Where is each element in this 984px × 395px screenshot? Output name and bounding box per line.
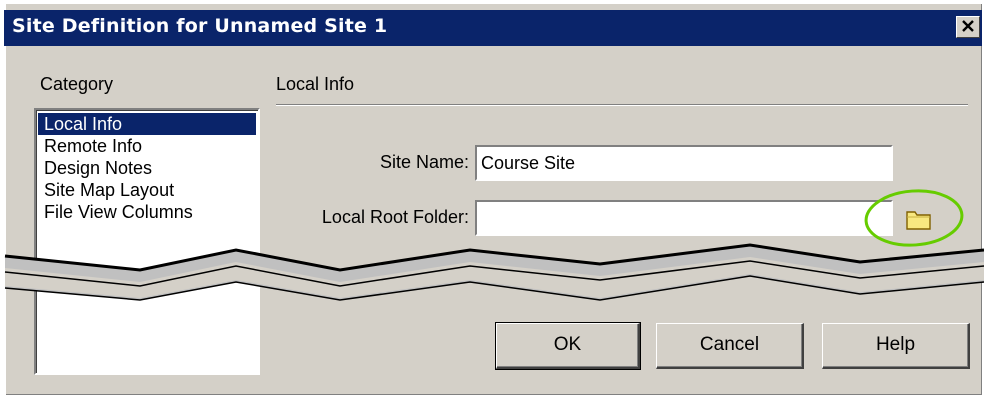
local-root-folder-label: Local Root Folder: <box>321 207 469 227</box>
help-button[interactable]: Help <box>822 323 970 369</box>
section-title: Local Info <box>276 74 355 94</box>
section-divider <box>276 104 968 106</box>
highlight-circle <box>864 189 964 247</box>
category-item-design-notes[interactable]: Design Notes <box>38 157 256 179</box>
category-item-file-view-columns[interactable]: File View Columns <box>38 201 256 223</box>
category-item-local-info[interactable]: Local Info <box>38 113 256 135</box>
refresh-checkbox[interactable] <box>478 262 498 282</box>
title-bar[interactable]: Site Definition for Unnamed Site 1 <box>4 10 982 46</box>
cancel-button[interactable]: Cancel <box>656 323 804 369</box>
window-title: Site Definition for Unnamed Site 1 <box>12 15 388 37</box>
local-root-folder-input[interactable] <box>475 200 893 236</box>
category-label: Category <box>40 74 114 94</box>
site-name-label: Site Name: <box>379 152 469 172</box>
site-name-input[interactable]: Course Site <box>475 145 893 181</box>
ok-button[interactable]: OK <box>495 322 641 370</box>
refresh-checkbox-label: Refresh Local File List Automatically <box>510 258 800 278</box>
close-icon <box>962 20 974 32</box>
checkmark-icon <box>481 266 495 278</box>
close-button[interactable] <box>956 16 980 38</box>
category-item-remote-info[interactable]: Remote Info <box>38 135 256 157</box>
category-item-site-map-layout[interactable]: Site Map Layout <box>38 179 256 201</box>
category-list[interactable]: Local Info Remote Info Design Notes Site… <box>34 108 260 375</box>
